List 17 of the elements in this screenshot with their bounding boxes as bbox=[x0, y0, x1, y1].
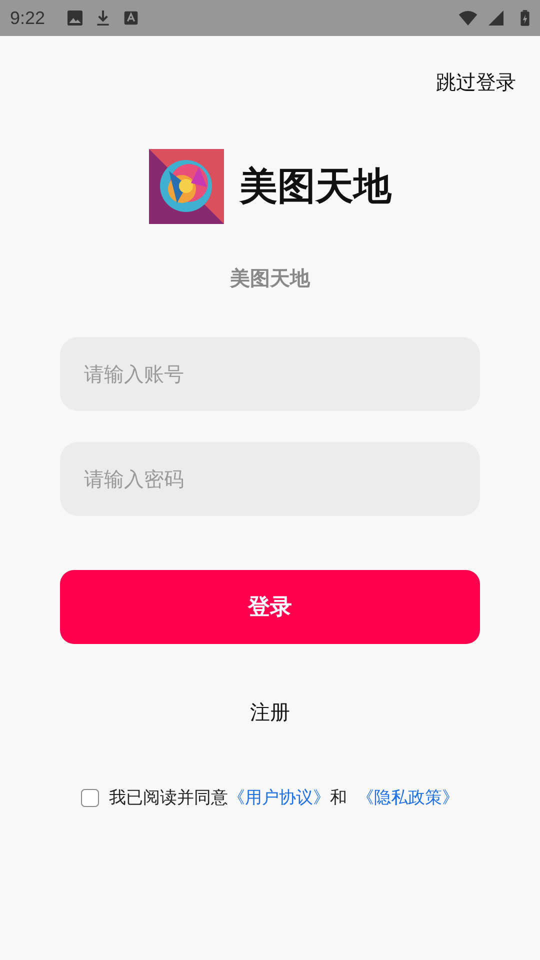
wifi-icon bbox=[458, 8, 478, 28]
skip-login-link[interactable]: 跳过登录 bbox=[436, 68, 516, 96]
agreement-text: 我已阅读并同意 bbox=[109, 787, 228, 809]
user-agreement-link[interactable]: 《用户协议》 bbox=[228, 786, 330, 809]
battery-icon bbox=[520, 8, 530, 28]
agreement-text: 和 bbox=[330, 787, 347, 809]
privacy-policy-link[interactable]: 《隐私政策》 bbox=[357, 786, 459, 809]
password-field[interactable]: 请输入密码 bbox=[60, 442, 480, 516]
register-link[interactable]: 注册 bbox=[250, 698, 290, 726]
agreement-checkbox[interactable] bbox=[81, 788, 99, 806]
signal-icon bbox=[486, 8, 506, 28]
login-button[interactable]: 登录 bbox=[60, 570, 480, 644]
clock-time: 9:22 bbox=[10, 8, 46, 28]
account-field[interactable]: 请输入账号 bbox=[60, 337, 480, 411]
subtitle: 美图天地 bbox=[230, 265, 310, 292]
app-name: 美图天地 bbox=[240, 163, 392, 210]
image-icon bbox=[65, 8, 86, 28]
